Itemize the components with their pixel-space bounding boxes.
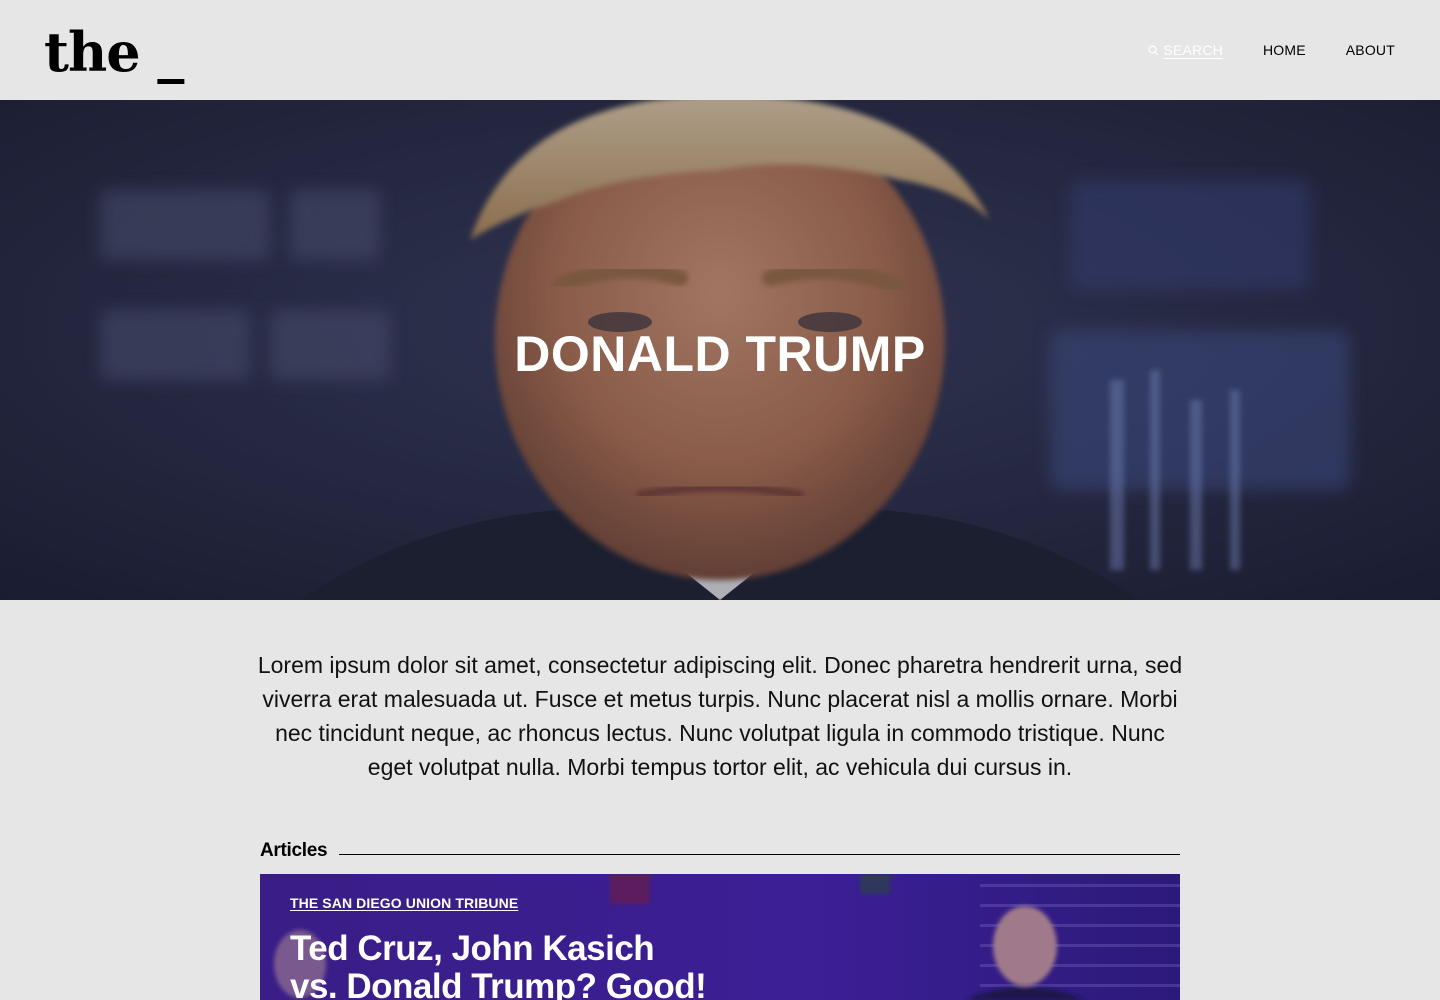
nav-about[interactable]: ABOUT [1346,42,1395,58]
search-icon [1148,44,1159,56]
main-nav: SEARCH HOME ABOUT [1148,42,1395,58]
articles-label: Articles [260,840,328,861]
hero-banner: DONALD TRUMP [0,100,1440,600]
intro-paragraph: Lorem ipsum dolor sit amet, consectetur … [257,652,1183,780]
site-header: the _ SEARCH HOME ABOUT [0,0,1440,100]
article-source-link[interactable]: THE SAN DIEGO UNION TRIBUNE [290,895,518,911]
nav-home[interactable]: HOME [1263,42,1306,58]
article-title[interactable]: Ted Cruz, John Kasich vs. Donald Trump? … [290,930,710,1000]
articles-divider [339,853,1180,855]
hero-title: DONALD TRUMP [514,326,926,382]
search-label: SEARCH [1163,42,1223,58]
article-card[interactable]: THE SAN DIEGO UNION TRIBUNE Ted Cruz, Jo… [260,874,1180,1000]
search-link[interactable]: SEARCH [1148,42,1223,58]
articles-heading: Articles [260,836,1180,866]
site-logo[interactable]: the _ [44,22,184,82]
